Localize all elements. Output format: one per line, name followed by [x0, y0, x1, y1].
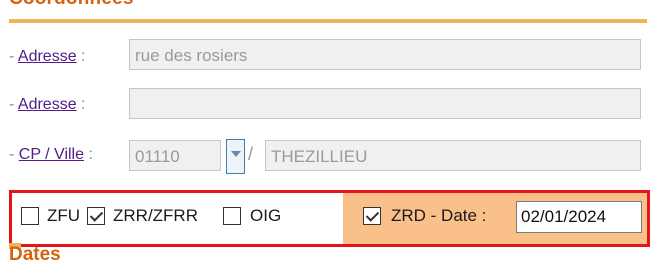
section-title: Coordonnées	[9, 0, 134, 10]
address-input-2[interactable]	[129, 88, 641, 119]
postal-code-input[interactable]: 01110	[129, 140, 221, 171]
cp-ville-separator: /	[248, 144, 254, 164]
zrr-label: ZRR/ZFRR	[113, 206, 198, 225]
dates-section-title: Dates	[9, 244, 61, 265]
postal-code-dropdown-button[interactable]	[226, 139, 245, 174]
address-label-1: - Adresse :	[9, 48, 86, 65]
zrd-date-input[interactable]: 02/01/2024	[516, 201, 642, 233]
zrd-label: ZRD - Date :	[391, 206, 487, 225]
city-input[interactable]: THEZILLIEU	[265, 140, 641, 171]
zrr-checkbox[interactable]	[87, 207, 105, 225]
address-label-2: - Adresse :	[9, 96, 86, 113]
oig-checkbox[interactable]	[223, 207, 241, 225]
address-link-2[interactable]: Adresse	[18, 96, 77, 113]
zfu-label: ZFU	[47, 206, 81, 225]
cp-ville-label: - CP / Ville :	[9, 146, 93, 163]
zrd-checkbox[interactable]	[363, 207, 381, 225]
zones-checkbox-row: ZFU ZRR/ZFRR OIG ZRD - Date : 02/01/2024	[9, 190, 650, 247]
address-link-1[interactable]: Adresse	[18, 48, 77, 65]
cp-ville-link[interactable]: CP / Ville	[19, 146, 84, 163]
oig-label: OIG	[250, 206, 282, 225]
address-input-1[interactable]: rue des rosiers	[129, 39, 641, 70]
section-rule	[9, 19, 647, 23]
zfu-checkbox[interactable]	[21, 207, 39, 225]
